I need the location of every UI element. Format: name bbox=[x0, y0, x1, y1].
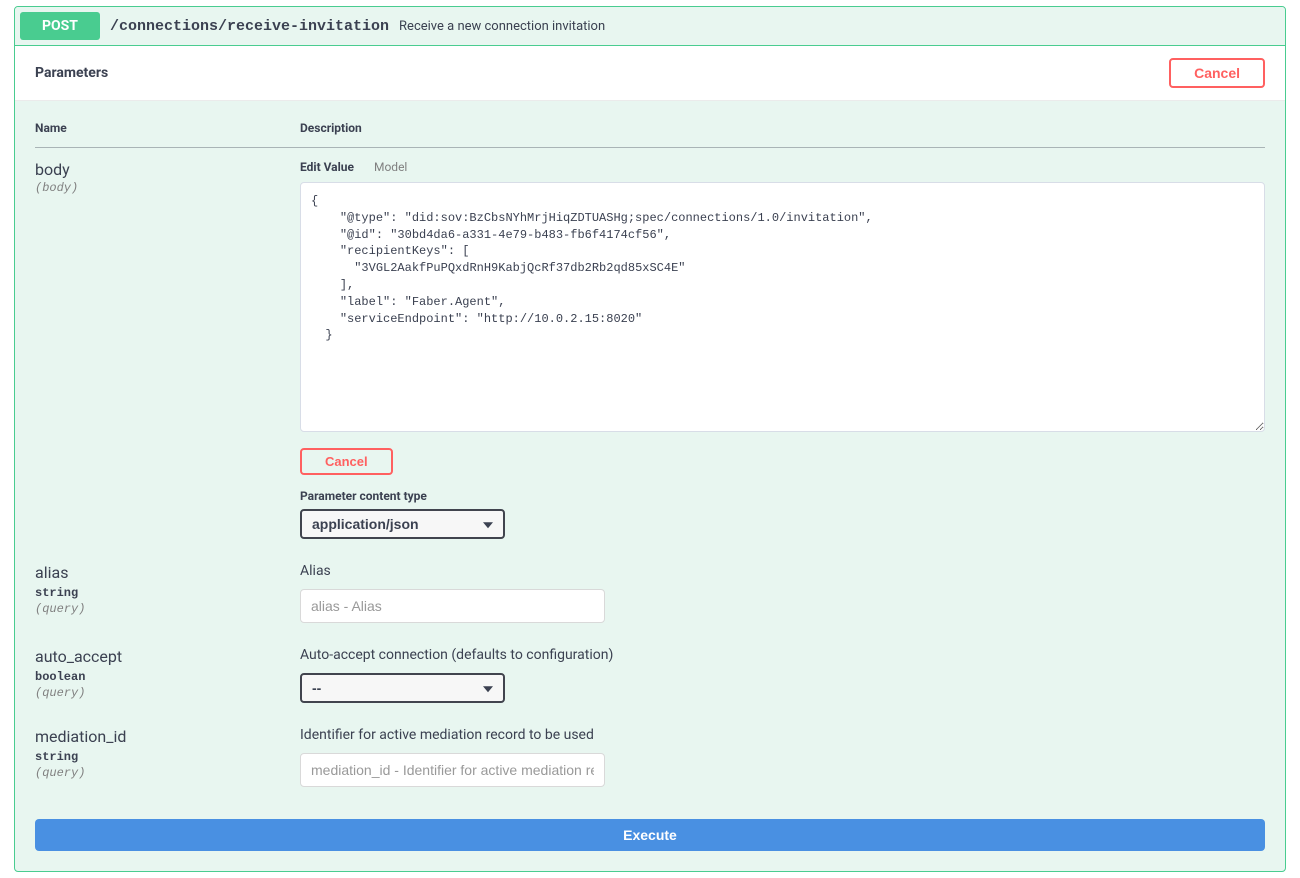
operation-summary[interactable]: POST /connections/receive-invitation Rec… bbox=[15, 7, 1285, 46]
parameters-title: Parameters bbox=[35, 65, 108, 81]
auto-accept-select[interactable]: -- bbox=[300, 673, 505, 703]
tab-model[interactable]: Model bbox=[374, 160, 407, 174]
body-tabs: Edit Value Model bbox=[300, 160, 1265, 174]
param-in: (query) bbox=[35, 602, 300, 616]
column-name-header: Name bbox=[35, 121, 300, 148]
alias-input[interactable] bbox=[300, 589, 605, 623]
param-in: (query) bbox=[35, 686, 300, 700]
param-type: string bbox=[35, 750, 300, 764]
endpoint-path: /connections/receive-invitation bbox=[110, 18, 389, 35]
param-name: body bbox=[35, 160, 300, 179]
param-row-mediation-id: mediation_id string (query) Identifier f… bbox=[35, 715, 1265, 799]
param-name: alias bbox=[35, 563, 300, 582]
parameters-header: Parameters Cancel bbox=[15, 46, 1285, 101]
param-in: (query) bbox=[35, 766, 300, 780]
cancel-button[interactable]: Cancel bbox=[1169, 58, 1265, 88]
param-type: string bbox=[35, 586, 300, 600]
body-cancel-button[interactable]: Cancel bbox=[300, 448, 393, 475]
execute-button[interactable]: Execute bbox=[35, 819, 1265, 851]
param-in: (body) bbox=[35, 181, 300, 195]
body-textarea[interactable] bbox=[300, 182, 1265, 432]
operation-block: POST /connections/receive-invitation Rec… bbox=[14, 6, 1286, 872]
parameters-table: Name Description body (body) Edit Value … bbox=[35, 121, 1265, 799]
param-description: Auto-accept connection (defaults to conf… bbox=[300, 647, 1265, 663]
param-row-body: body (body) Edit Value Model Cancel Para… bbox=[35, 148, 1265, 552]
mediation-id-input[interactable] bbox=[300, 753, 605, 787]
auto-accept-select-wrap: -- bbox=[300, 673, 505, 703]
http-method-badge: POST bbox=[20, 12, 100, 40]
param-description: Identifier for active mediation record t… bbox=[300, 727, 1265, 743]
tab-edit-value[interactable]: Edit Value bbox=[300, 160, 354, 174]
content-type-label: Parameter content type bbox=[300, 489, 1265, 503]
column-description-header: Description bbox=[300, 121, 1265, 148]
param-row-auto-accept: auto_accept boolean (query) Auto-accept … bbox=[35, 635, 1265, 715]
endpoint-description: Receive a new connection invitation bbox=[399, 19, 605, 34]
param-row-alias: alias string (query) Alias bbox=[35, 551, 1265, 635]
param-name: auto_accept bbox=[35, 647, 300, 666]
execute-wrapper: Execute bbox=[15, 819, 1285, 871]
content-type-select[interactable]: application/json bbox=[300, 509, 505, 539]
param-name: mediation_id bbox=[35, 727, 300, 746]
param-type: boolean bbox=[35, 670, 300, 684]
content-type-select-wrap: application/json bbox=[300, 509, 505, 539]
parameters-body: Name Description body (body) Edit Value … bbox=[15, 101, 1285, 819]
param-description: Alias bbox=[300, 563, 1265, 579]
